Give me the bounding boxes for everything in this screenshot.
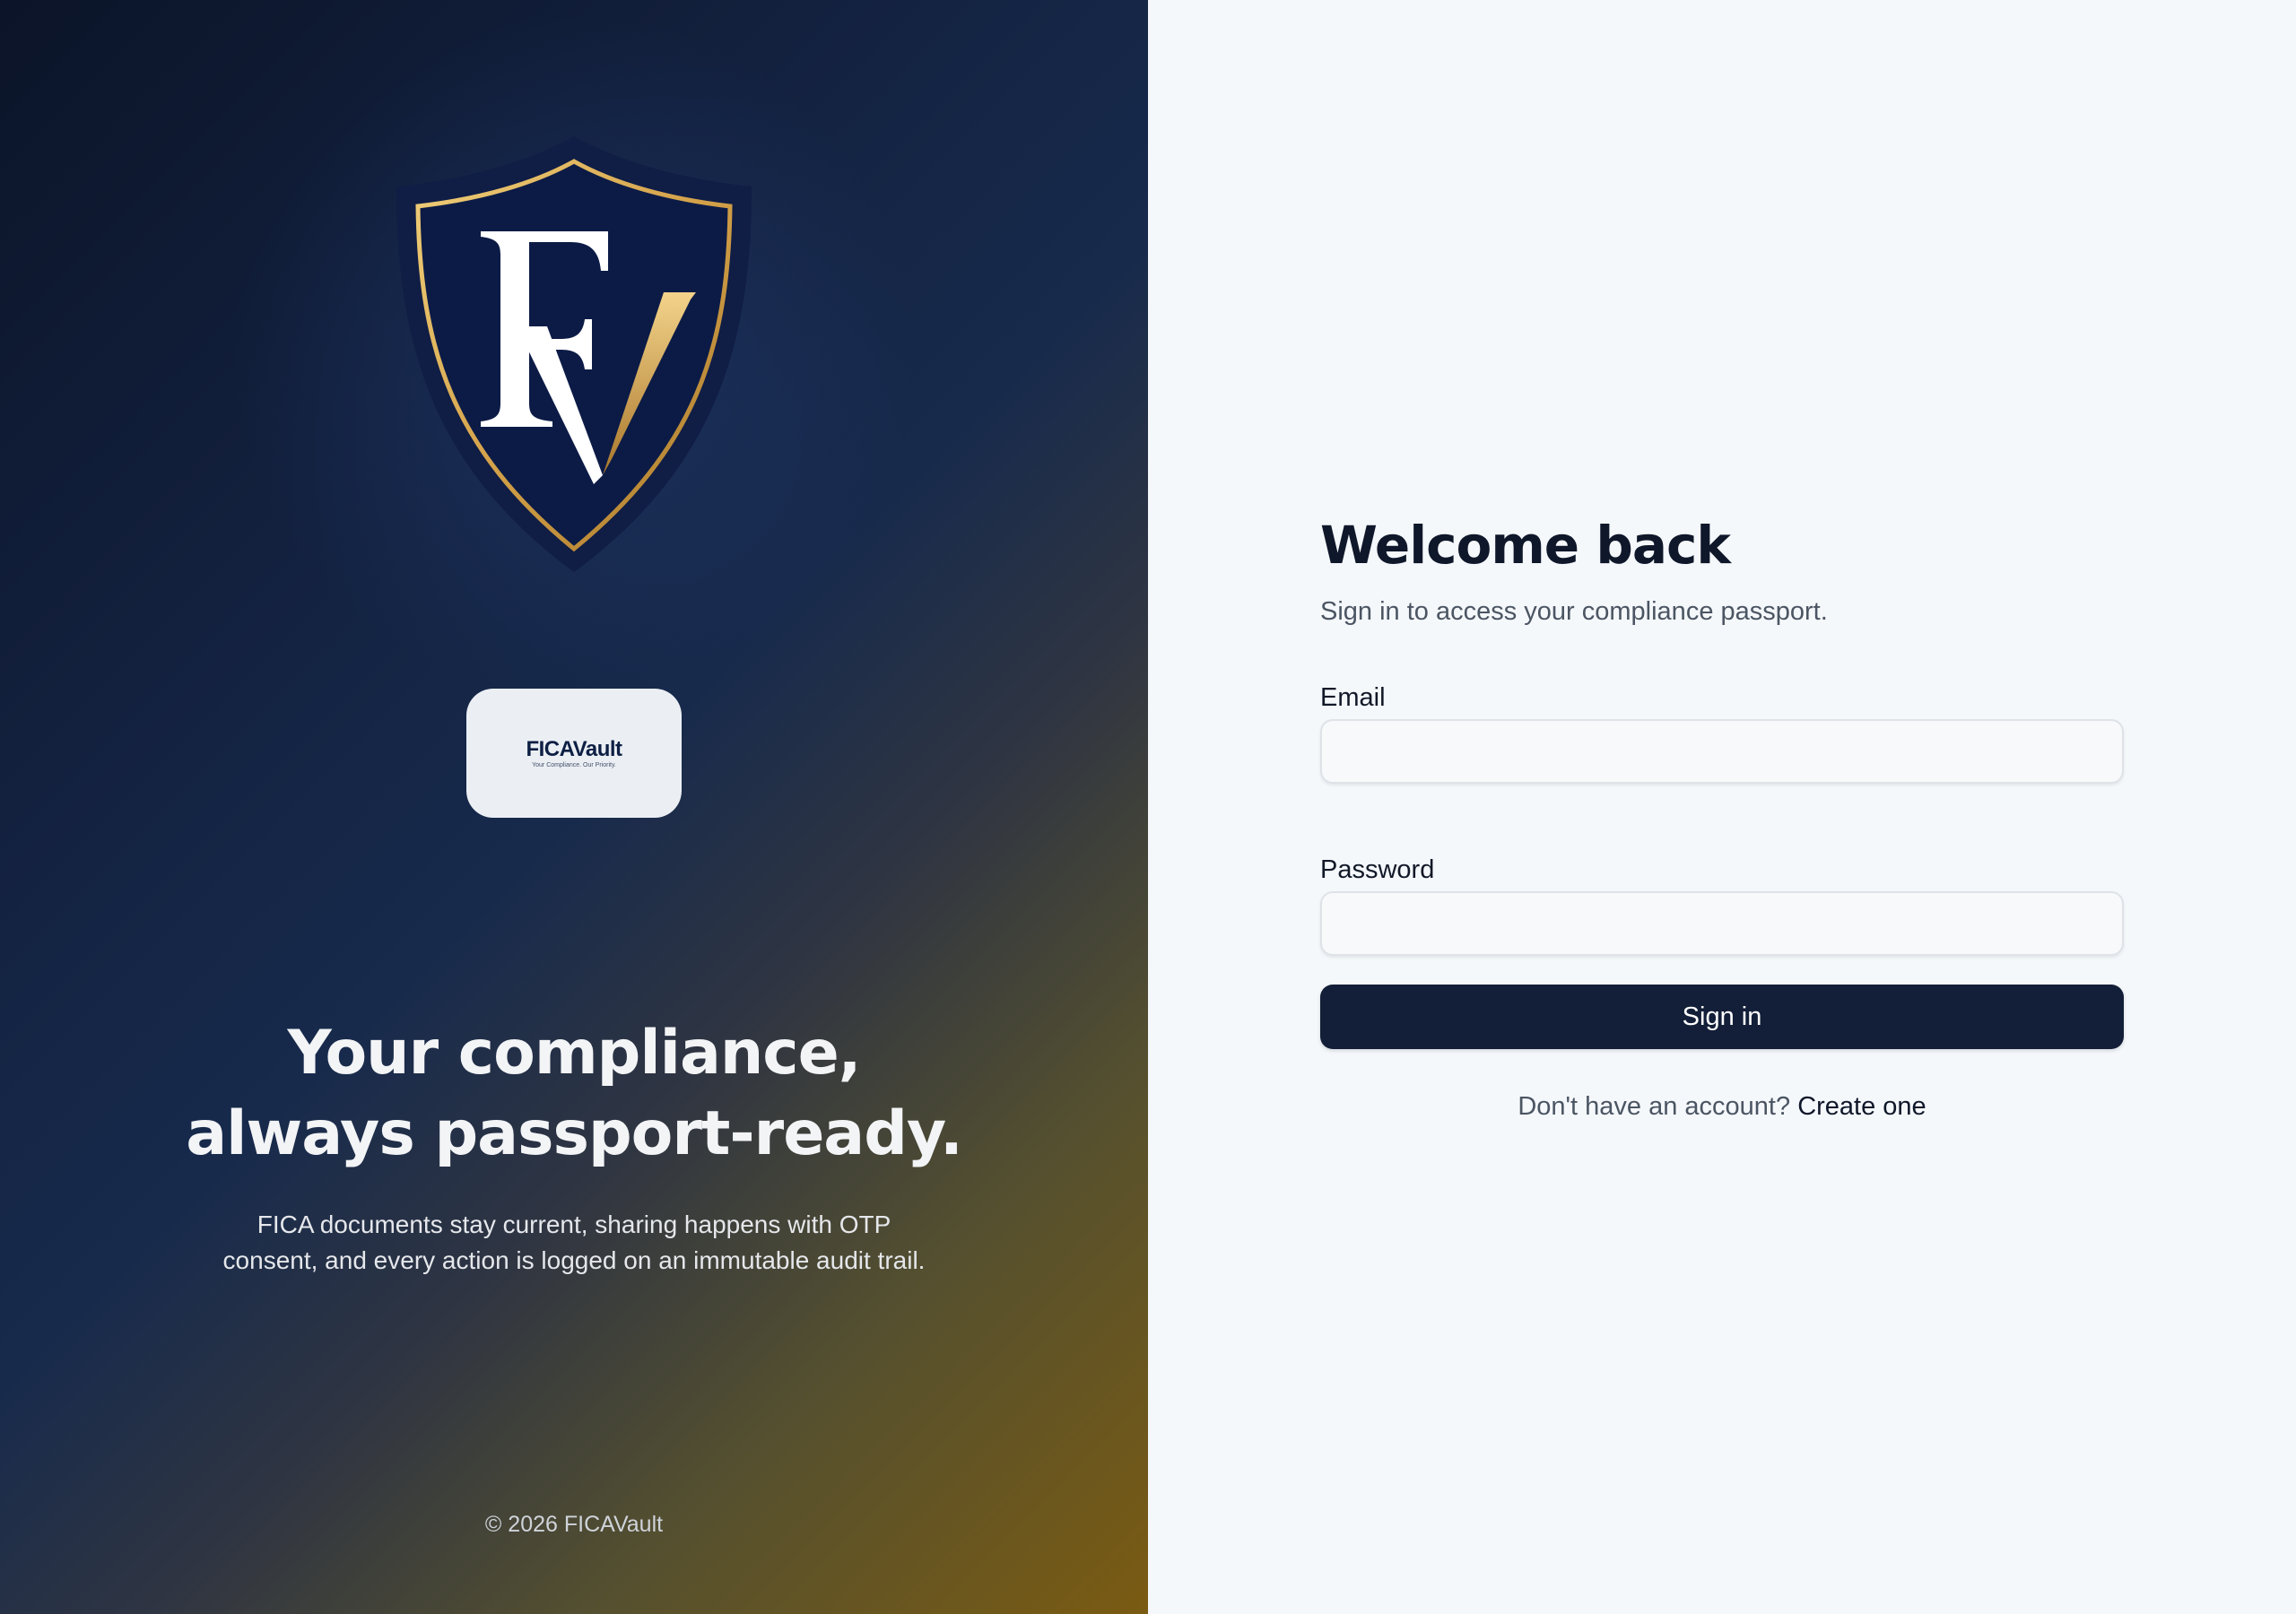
login-form: Welcome back Sign in to access your comp… (1320, 502, 2124, 1122)
headline-line-2: always passport-ready. (186, 1098, 963, 1169)
login-subtitle: Sign in to access your compliance passpo… (1320, 597, 1828, 626)
password-input[interactable] (1320, 891, 2124, 956)
wordmark-text: FICAVault (526, 737, 622, 761)
wordmark-tagline: Your Compliance. Our Priority. (532, 762, 616, 768)
create-account-link[interactable]: Create one (1797, 1092, 1926, 1121)
login-page: FICAVault Your Compliance. Our Priority.… (0, 0, 2296, 1614)
signup-row: Don't have an account? Create one (1320, 1092, 2124, 1122)
signup-prompt: Don't have an account? (1518, 1092, 1791, 1121)
wordmark-logo: FICAVault Your Compliance. Our Priority. (466, 689, 682, 818)
brand-description: FICA documents stay current, sharing hap… (222, 1210, 926, 1274)
email-label: Email (1320, 683, 1386, 712)
headline-line-1: Your compliance, (287, 1018, 861, 1089)
shield-logo-icon (395, 134, 753, 574)
login-panel: Welcome back Sign in to access your comp… (1148, 0, 2296, 1614)
brand-headline: Your compliance, always passport-ready. (126, 1013, 1022, 1175)
email-input[interactable] (1320, 719, 2124, 784)
copyright-text: © 2026 FICAVault (484, 1512, 664, 1537)
sign-in-button[interactable]: Sign in (1320, 985, 2124, 1049)
brand-panel: FICAVault Your Compliance. Our Priority.… (0, 0, 1148, 1614)
login-title: Welcome back (1320, 515, 1731, 576)
password-label: Password (1320, 855, 1435, 884)
